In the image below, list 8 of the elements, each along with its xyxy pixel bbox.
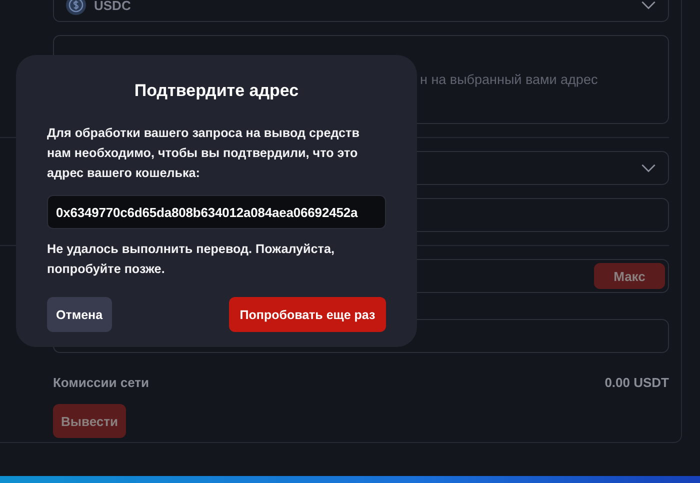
fee-value: 0.00 USDT <box>604 375 669 390</box>
dialog-message: Для обработки вашего запроса на вывод средств нам необходимо, чтобы вы подтвердили, что это адрес вашего кошелька: <box>47 125 360 182</box>
address-text: 0x6349770c6d65da808b634012a084aea06692452a <box>56 204 358 220</box>
error-message: Не удалось выполнить перевод. Пожалуйста, попробуйте позже. <box>47 241 336 278</box>
dialog-title: Подтвердите адрес <box>133 81 300 101</box>
note-text: н на выбранный вами адрес <box>420 72 598 87</box>
fee-label: Комиссии сети <box>53 375 150 390</box>
token-value: USDC <box>94 0 132 12</box>
